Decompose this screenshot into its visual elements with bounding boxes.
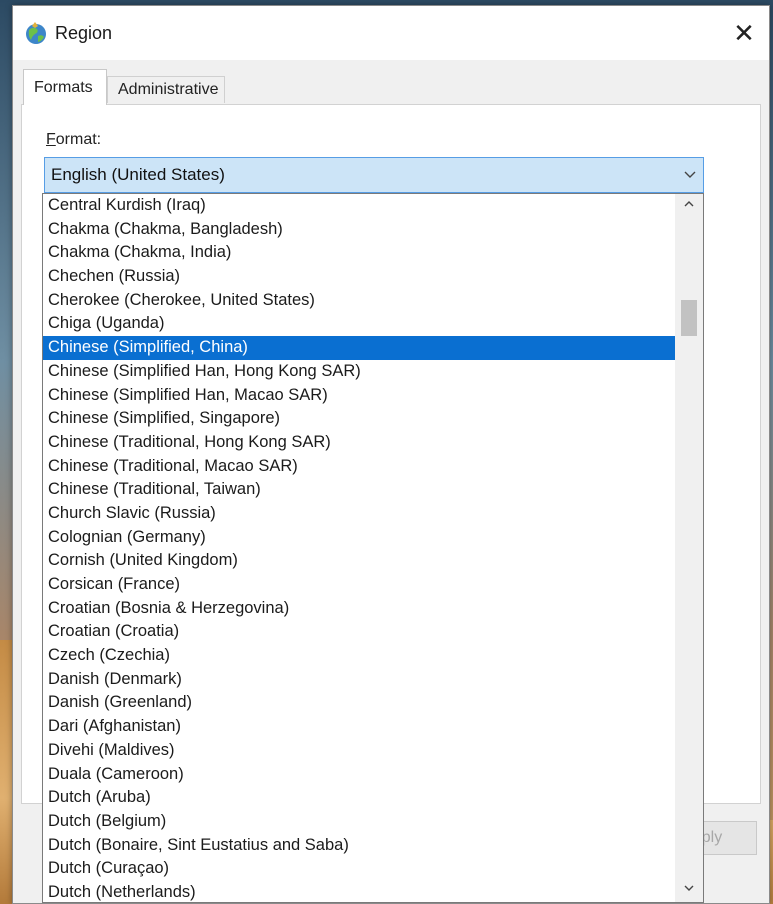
format-option[interactable]: Chiga (Uganda) — [43, 312, 675, 336]
format-option[interactable]: Dutch (Bonaire, Sint Eustatius and Saba) — [43, 834, 675, 858]
tab-formats[interactable]: Formats — [23, 69, 107, 105]
format-option[interactable]: Dutch (Netherlands) — [43, 881, 675, 902]
format-option[interactable]: Chinese (Traditional, Taiwan) — [43, 478, 675, 502]
format-option[interactable]: Cherokee (Cherokee, United States) — [43, 289, 675, 313]
format-option[interactable]: Dutch (Aruba) — [43, 786, 675, 810]
chevron-down-icon — [683, 881, 695, 899]
tab-administrative[interactable]: Administrative — [107, 76, 225, 103]
format-combobox-value: English (United States) — [51, 165, 225, 184]
title-bar[interactable]: Region ✕ — [13, 6, 769, 60]
format-combobox[interactable]: English (United States) — [44, 157, 704, 193]
format-option[interactable]: Corsican (France) — [43, 573, 675, 597]
scroll-up-button[interactable] — [675, 194, 703, 218]
format-option[interactable]: Chinese (Simplified, China) — [43, 336, 675, 360]
format-option[interactable]: Danish (Denmark) — [43, 668, 675, 692]
format-option[interactable]: Cornish (United Kingdom) — [43, 549, 675, 573]
format-option[interactable]: Danish (Greenland) — [43, 691, 675, 715]
format-option[interactable]: Dutch (Belgium) — [43, 810, 675, 834]
format-option[interactable]: Dari (Afghanistan) — [43, 715, 675, 739]
format-option[interactable]: Divehi (Maldives) — [43, 739, 675, 763]
dropdown-scrollbar[interactable] — [675, 194, 703, 902]
format-option[interactable]: Chakma (Chakma, India) — [43, 241, 675, 265]
format-dropdown-list[interactable]: Central Kurdish (Iraq) Chakma (Chakma, Ba… — [42, 193, 704, 903]
format-option[interactable]: Chakma (Chakma, Bangladesh) — [43, 218, 675, 242]
format-option[interactable]: Croatian (Croatia) — [43, 620, 675, 644]
close-button[interactable]: ✕ — [719, 6, 769, 60]
format-option[interactable]: Chinese (Simplified Han, Hong Kong SAR) — [43, 360, 675, 384]
globe-icon — [23, 20, 49, 46]
format-option[interactable]: Chinese (Simplified Han, Macao SAR) — [43, 384, 675, 408]
format-option[interactable]: Chechen (Russia) — [43, 265, 675, 289]
format-option[interactable]: Czech (Czechia) — [43, 644, 675, 668]
format-label: Format: — [46, 131, 101, 149]
format-option[interactable]: Chinese (Traditional, Macao SAR) — [43, 455, 675, 479]
chevron-up-icon — [683, 197, 695, 215]
format-label-accelerator: F — [46, 131, 56, 148]
tab-strip: Formats Administrative — [19, 69, 759, 106]
format-option[interactable]: Duala (Cameroon) — [43, 763, 675, 787]
close-icon: ✕ — [733, 17, 755, 48]
format-option[interactable]: Colognian (Germany) — [43, 526, 675, 550]
chevron-down-icon — [683, 166, 697, 180]
format-option[interactable]: Chinese (Simplified, Singapore) — [43, 407, 675, 431]
scroll-down-button[interactable] — [675, 878, 703, 902]
format-option[interactable]: Church Slavic (Russia) — [43, 502, 675, 526]
format-option[interactable]: Dutch (Curaçao) — [43, 857, 675, 881]
scroll-thumb[interactable] — [681, 300, 697, 336]
format-option[interactable]: Central Kurdish (Iraq) — [43, 194, 675, 218]
format-label-text: ormat: — [55, 131, 102, 148]
format-options: Central Kurdish (Iraq) Chakma (Chakma, Ba… — [43, 194, 675, 902]
format-option[interactable]: Croatian (Bosnia & Herzegovina) — [43, 597, 675, 621]
apply-button-label: ply — [701, 829, 723, 846]
window-title: Region — [55, 23, 113, 43]
format-option[interactable]: Chinese (Traditional, Hong Kong SAR) — [43, 431, 675, 455]
